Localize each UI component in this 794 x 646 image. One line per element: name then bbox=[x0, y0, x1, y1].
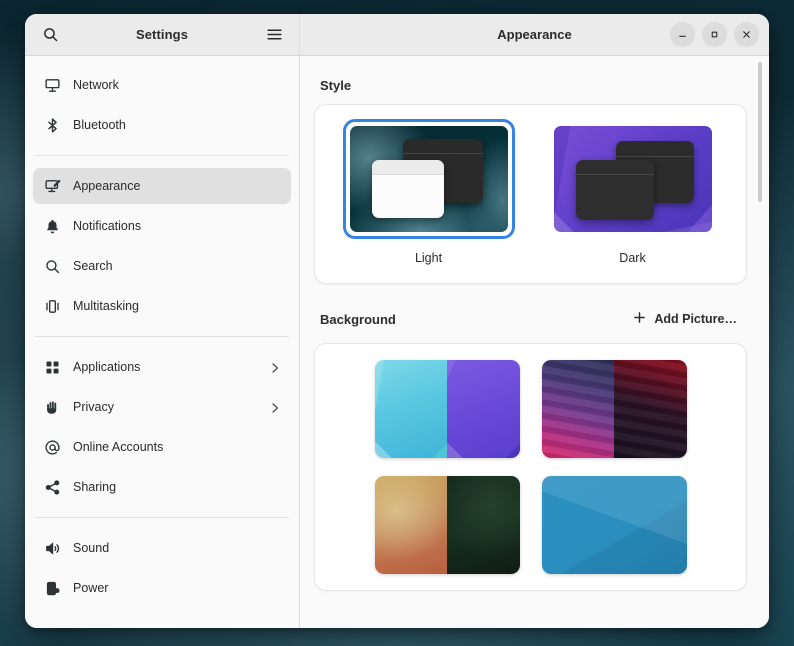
chevron-right-icon bbox=[269, 401, 281, 413]
style-section-title: Style bbox=[320, 78, 351, 93]
wallpaper-dark-variant bbox=[447, 360, 520, 458]
sidebar-item-online-accounts[interactable]: Online Accounts bbox=[33, 429, 291, 465]
sidebar: Settings Network bbox=[25, 14, 300, 628]
sidebar-item-multitasking[interactable]: Multitasking bbox=[33, 288, 291, 324]
preview-window-front bbox=[372, 160, 444, 218]
plus-icon bbox=[632, 310, 647, 328]
appearance-icon bbox=[43, 177, 61, 195]
style-option-label: Light bbox=[415, 251, 442, 265]
sidebar-title: Settings bbox=[65, 27, 259, 42]
sidebar-item-label: Bluetooth bbox=[73, 118, 281, 132]
style-selection-ring bbox=[343, 119, 515, 239]
multitasking-icon bbox=[43, 297, 61, 315]
sidebar-item-sound[interactable]: Sound bbox=[33, 530, 291, 566]
battery-icon bbox=[43, 579, 61, 597]
nav-group-3: Applications bbox=[33, 344, 291, 510]
sidebar-item-label: Applications bbox=[73, 360, 257, 374]
window-titlebar: Appearance bbox=[300, 14, 769, 56]
sidebar-item-label: Power bbox=[73, 581, 281, 595]
search-icon bbox=[43, 257, 61, 275]
settings-window: Settings Network bbox=[25, 14, 769, 628]
wallpaper-dark-variant bbox=[614, 360, 687, 458]
at-sign-icon bbox=[43, 438, 61, 456]
sidebar-item-label: Sound bbox=[73, 541, 281, 555]
sidebar-item-search[interactable]: Search bbox=[33, 248, 291, 284]
sidebar-item-appearance[interactable]: Appearance bbox=[33, 168, 291, 204]
background-section-header: Background Add Picture… bbox=[314, 284, 747, 343]
add-picture-button[interactable]: Add Picture… bbox=[628, 306, 741, 332]
wallpaper-thumbnail[interactable] bbox=[542, 476, 687, 574]
preview-window-front bbox=[576, 160, 654, 220]
scrollbar-thumb[interactable] bbox=[758, 62, 762, 202]
wallpaper-thumbnail[interactable] bbox=[542, 360, 687, 458]
wallpaper-thumbnail[interactable] bbox=[375, 360, 520, 458]
wallpaper-dark-variant bbox=[447, 476, 520, 574]
sidebar-item-label: Privacy bbox=[73, 400, 257, 414]
background-section-title: Background bbox=[320, 312, 396, 327]
dark-theme-preview bbox=[554, 126, 712, 232]
sidebar-item-applications[interactable]: Applications bbox=[33, 349, 291, 385]
maximize-icon[interactable] bbox=[702, 22, 727, 47]
wallpaper-grid bbox=[315, 360, 746, 574]
style-option-label: Dark bbox=[619, 251, 645, 265]
close-icon[interactable] bbox=[734, 22, 759, 47]
scrollbar-track[interactable] bbox=[757, 62, 763, 622]
style-section-header: Style bbox=[314, 56, 747, 104]
sidebar-item-label: Notifications bbox=[73, 219, 281, 233]
nav-group-2: Appearance Notifications bbox=[33, 163, 291, 329]
background-card bbox=[314, 343, 747, 591]
window-controls bbox=[670, 22, 759, 47]
sidebar-item-bluetooth[interactable]: Bluetooth bbox=[33, 107, 291, 143]
hand-icon bbox=[43, 398, 61, 416]
content-pane: Appearance bbox=[300, 14, 769, 628]
sidebar-item-privacy[interactable]: Privacy bbox=[33, 389, 291, 425]
grid-icon bbox=[43, 358, 61, 376]
nav-divider bbox=[35, 517, 289, 518]
nav-divider bbox=[35, 155, 289, 156]
add-picture-label: Add Picture… bbox=[654, 312, 737, 326]
sidebar-item-power[interactable]: Power bbox=[33, 570, 291, 606]
wallpaper-solid-variant bbox=[542, 476, 687, 574]
wallpaper-light-variant bbox=[542, 360, 615, 458]
wallpaper-light-variant bbox=[375, 360, 448, 458]
wallpaper-thumbnail[interactable] bbox=[375, 476, 520, 574]
sidebar-item-notifications[interactable]: Notifications bbox=[33, 208, 291, 244]
settings-scroll-area: Style Light bbox=[300, 56, 769, 628]
light-theme-preview bbox=[350, 126, 508, 232]
sidebar-item-network[interactable]: Network bbox=[33, 67, 291, 103]
sidebar-header: Settings bbox=[25, 14, 299, 56]
hamburger-menu-icon[interactable] bbox=[259, 20, 289, 50]
network-icon bbox=[43, 76, 61, 94]
sidebar-item-sharing[interactable]: Sharing bbox=[33, 469, 291, 505]
bluetooth-icon bbox=[43, 116, 61, 134]
style-option-light[interactable]: Light bbox=[343, 119, 515, 265]
style-selection-ring bbox=[547, 119, 719, 239]
search-icon[interactable] bbox=[35, 20, 65, 50]
sidebar-item-label: Appearance bbox=[73, 179, 281, 193]
speaker-icon bbox=[43, 539, 61, 557]
sidebar-nav-list: Network Bluetooth bbox=[25, 56, 299, 628]
bell-icon bbox=[43, 217, 61, 235]
sidebar-item-label: Sharing bbox=[73, 480, 281, 494]
sidebar-item-label: Search bbox=[73, 259, 281, 273]
nav-group-4: Sound Power bbox=[33, 525, 291, 611]
sidebar-item-label: Multitasking bbox=[73, 299, 281, 313]
wallpaper-light-variant bbox=[375, 476, 448, 574]
share-icon bbox=[43, 478, 61, 496]
sidebar-item-label: Network bbox=[73, 78, 281, 92]
nav-group-1: Network Bluetooth bbox=[33, 62, 291, 148]
sidebar-item-label: Online Accounts bbox=[73, 440, 281, 454]
chevron-right-icon bbox=[269, 361, 281, 373]
style-card: Light Dark bbox=[314, 104, 747, 284]
nav-divider bbox=[35, 336, 289, 337]
style-option-dark[interactable]: Dark bbox=[547, 119, 719, 265]
minimize-icon[interactable] bbox=[670, 22, 695, 47]
